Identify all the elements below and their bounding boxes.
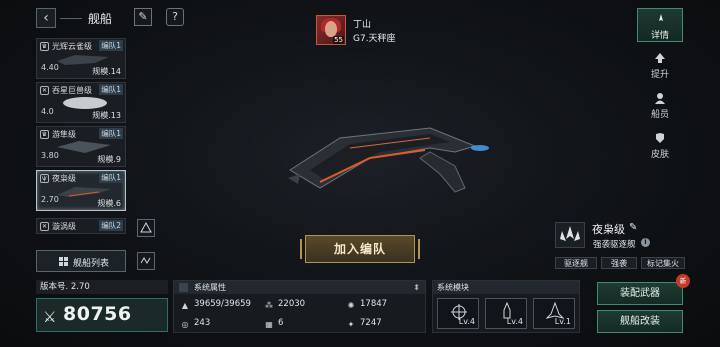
ship-card[interactable]: ✕ 吞星巨兽级 编队1 4.0 规模.13 xyxy=(36,82,126,123)
trait-tag: 强袭 xyxy=(601,257,637,269)
ship-class-emblem xyxy=(555,222,585,248)
combat-power-value: 80756 xyxy=(63,303,132,325)
shield-icon: ✺ xyxy=(347,301,355,310)
sort-icon[interactable] xyxy=(137,252,155,270)
tag-icon xyxy=(179,283,188,292)
grid-icon xyxy=(59,257,68,266)
paint-brush-icon[interactable]: ✎ xyxy=(134,8,152,26)
ship-card-fleet: 编队1 xyxy=(99,84,123,95)
claw-icon xyxy=(560,226,580,241)
ship-card-fleet: 编队1 xyxy=(99,172,123,183)
upgrade-arrow-icon xyxy=(655,53,665,63)
attr-armor: 22030 xyxy=(278,299,306,309)
module-slot[interactable]: Lv.1 xyxy=(533,298,575,329)
attr-hull: 39659/39659 xyxy=(194,299,251,309)
tab-label: 详情 xyxy=(650,31,669,41)
claw-icon xyxy=(659,14,663,21)
crossed-swords-icon: ⚔ xyxy=(43,308,57,326)
new-badge: 新 xyxy=(676,274,690,288)
ship-card-power: 4.40 xyxy=(41,63,59,72)
ship-list-button[interactable]: 舰船列表 xyxy=(36,250,126,272)
hull-icon: ▲ xyxy=(181,301,189,310)
version-label: 版本号. 2.70 xyxy=(36,280,168,294)
ship-list-label: 舰船列表 xyxy=(73,259,110,269)
rename-pencil-icon[interactable]: ✎ xyxy=(629,222,637,233)
module-slot[interactable]: Lv.4 xyxy=(485,298,527,329)
modules-title: 系统模块 xyxy=(433,281,579,294)
tab-upgrade[interactable]: 提升 xyxy=(637,48,683,82)
ship-card[interactable]: ♛ 游隼级 编队1 3.80 规模.9 xyxy=(36,126,126,167)
tab-details[interactable]: 详情 xyxy=(637,8,683,42)
question-icon[interactable]: ? xyxy=(166,8,184,26)
attributes-title: 系统属性 xyxy=(194,283,226,292)
speed-icon: ◎ xyxy=(181,320,189,329)
circle-x-icon: ✕ xyxy=(40,86,49,95)
module-level: Lv.4 xyxy=(506,317,523,326)
crew-icon xyxy=(655,93,665,104)
module-level: Lv.4 xyxy=(458,317,475,326)
ship-card-fleet: 编队2 xyxy=(99,220,123,231)
module-level: Lv.1 xyxy=(554,317,571,326)
captain-name: 丁山 xyxy=(353,20,372,30)
captain-level: 55 xyxy=(333,36,344,44)
grid-icon: ▦ xyxy=(265,320,273,329)
claw-icon: ѱ xyxy=(40,174,49,183)
ship-card-scale: 规模.14 xyxy=(92,67,121,76)
module-slot[interactable]: Lv.4 xyxy=(437,298,479,329)
modules-panel: 系统模块 Lv.4 Lv.4 Lv.1 xyxy=(432,280,580,333)
attributes-panel: 系统属性 ⬍ ▲ 39659/39659 ⁂ 22030 ✺ 17847 ◎ 243 ▦… xyxy=(173,280,426,333)
ship-refit-button[interactable]: 舰船改装 xyxy=(597,310,683,333)
ship-card-scale: 规模.6 xyxy=(97,199,121,208)
info-icon[interactable]: i xyxy=(641,238,650,247)
tab-skins[interactable]: 皮肤 xyxy=(637,128,683,162)
ship-thumbnail xyxy=(57,55,109,65)
circle-x-icon: ✕ xyxy=(40,222,49,231)
ship-thumbnail xyxy=(57,187,111,197)
ship-model xyxy=(288,127,489,193)
attr-grid: 6 xyxy=(278,318,284,328)
ship-card-scale: 规模.9 xyxy=(97,155,121,164)
ship-card[interactable]: ✕ 漩涡级 编队2 xyxy=(36,218,126,234)
ship-card-name: 漩涡级 xyxy=(52,222,76,231)
tab-label: 船员 xyxy=(650,110,669,120)
tab-crew[interactable]: 船员 xyxy=(637,88,683,122)
page-title: 舰船 xyxy=(88,12,113,26)
ship-card-power: 3.80 xyxy=(41,151,59,160)
back-button[interactable]: ‹ xyxy=(36,8,56,28)
expand-arrows-icon[interactable]: ⬍ xyxy=(413,281,420,294)
ship-thumbnail xyxy=(57,141,111,153)
trait-tag: 标记集火 xyxy=(641,257,685,269)
header-divider xyxy=(60,18,82,19)
skin-icon xyxy=(656,133,664,143)
attr-energy: 7247 xyxy=(360,318,382,328)
trait-tag: 驱逐舰 xyxy=(555,257,597,269)
combat-power-panel: ⚔ 80756 xyxy=(36,298,168,332)
captain-avatar[interactable]: 55 xyxy=(316,15,346,45)
ship-class-name: 夜枭级 xyxy=(592,223,625,236)
ship-card-fleet: 编队1 xyxy=(99,128,123,139)
ship-card-selected[interactable]: ѱ 夜枭级 编队1 2.70 规模.6 xyxy=(36,170,126,211)
attr-speed: 243 xyxy=(194,318,211,328)
armor-icon: ⁂ xyxy=(265,301,273,310)
ship-thumbnail xyxy=(63,97,107,109)
join-fleet-button[interactable]: 加入编队 xyxy=(300,235,420,263)
tab-label: 提升 xyxy=(650,70,669,80)
fleet-filter-icon[interactable] xyxy=(137,219,155,237)
crown-icon: ♛ xyxy=(40,42,49,51)
energy-icon: ✦ xyxy=(347,320,355,329)
ship-card-power: 2.70 xyxy=(41,195,59,204)
attr-shield: 17847 xyxy=(360,299,388,309)
ship-type: 强袭驱逐舰 xyxy=(593,240,636,250)
ship-card-power: 4.0 xyxy=(41,107,54,116)
equip-weapons-button[interactable]: 装配武器 xyxy=(597,282,683,305)
crown-icon: ♛ xyxy=(40,130,49,139)
tab-label: 皮肤 xyxy=(650,150,669,160)
captain-constellation: G7.天秤座 xyxy=(353,34,396,44)
ship-card-fleet: 编队1 xyxy=(99,40,123,51)
ship-card[interactable]: ♛ 光辉云雀级 编队1 4.40 规模.14 xyxy=(36,38,126,79)
ship-card-scale: 规模.13 xyxy=(92,111,121,120)
